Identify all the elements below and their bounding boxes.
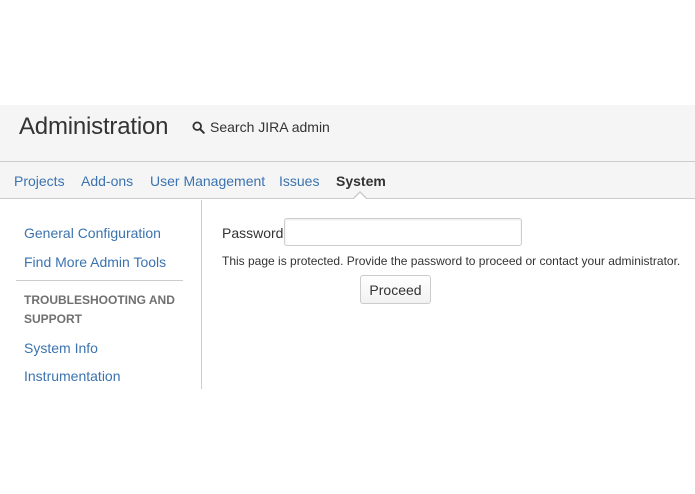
page-title: Administration bbox=[19, 113, 169, 140]
password-field[interactable] bbox=[284, 218, 522, 246]
sidebar-item-find-more-admin-tools[interactable]: Find More Admin Tools bbox=[24, 254, 166, 270]
sidebar-item-instrumentation[interactable]: Instrumentation bbox=[24, 368, 121, 384]
search-jira-admin-link[interactable]: Search JIRA admin bbox=[192, 117, 330, 137]
tab-projects[interactable]: Projects bbox=[14, 173, 65, 189]
password-label: Password bbox=[222, 225, 284, 241]
admin-nav-tabs: Projects Add-ons User Management Issues … bbox=[0, 162, 695, 199]
tab-add-ons[interactable]: Add-ons bbox=[81, 173, 133, 189]
sidebar-section-heading: TROUBLESHOOTING AND SUPPORT bbox=[24, 293, 175, 326]
search-label: Search JIRA admin bbox=[210, 119, 330, 135]
proceed-button[interactable]: Proceed bbox=[360, 275, 431, 304]
admin-header: Administration Search JIRA admin bbox=[0, 105, 695, 162]
tab-issues[interactable]: Issues bbox=[279, 173, 319, 189]
tab-user-management[interactable]: User Management bbox=[150, 173, 265, 189]
admin-sidebar: General Configuration Find More Admin To… bbox=[0, 200, 202, 389]
protection-message: This page is protected. Provide the pass… bbox=[222, 254, 681, 268]
tab-system[interactable]: System bbox=[336, 173, 386, 189]
search-icon bbox=[192, 120, 205, 134]
password-form: Password This page is protected. Provide… bbox=[203, 200, 695, 389]
sidebar-item-system-info[interactable]: System Info bbox=[24, 340, 98, 356]
active-tab-indicator-inner bbox=[354, 193, 366, 199]
sidebar-item-general-configuration[interactable]: General Configuration bbox=[24, 225, 161, 241]
sidebar-divider bbox=[16, 280, 183, 281]
